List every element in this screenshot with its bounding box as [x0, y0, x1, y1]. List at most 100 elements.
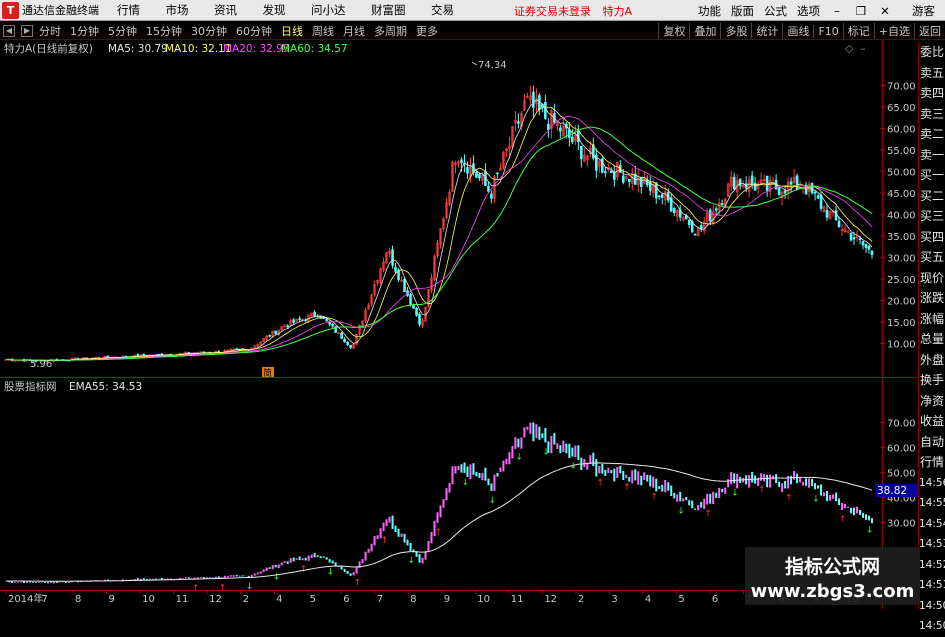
side-item[interactable]: 买四	[919, 227, 945, 248]
side-item[interactable]: 14:53	[919, 534, 945, 555]
menu-wealth[interactable]: 财富圈	[371, 3, 406, 17]
side-item[interactable]: 外盘	[919, 350, 945, 371]
buy-arrow-icon: ↑	[596, 478, 604, 488]
sell-arrow-icon: ↓	[731, 488, 739, 498]
side-item[interactable]: 14:50	[919, 616, 945, 637]
x-tick-label: 7	[42, 594, 48, 605]
sub-y-tick-label: 50.00	[887, 469, 916, 480]
sell-arrow-icon: ↓	[569, 462, 577, 472]
side-item[interactable]: 收益	[919, 411, 945, 432]
menu-function[interactable]: 功能	[698, 3, 721, 19]
close-icon[interactable]: ✕	[878, 4, 892, 18]
candle-body	[580, 145, 583, 160]
sell-arrow-icon: ↓	[488, 496, 496, 506]
x-tick-label: 4	[645, 594, 651, 605]
candle-body	[466, 167, 469, 174]
tool-back[interactable]: 返回	[914, 23, 945, 39]
side-item[interactable]: 14:56	[919, 473, 945, 494]
sub-panel-title: 股票指标网	[4, 380, 57, 393]
menu-news[interactable]: 资讯	[214, 3, 237, 17]
side-item[interactable]: 14:50	[919, 596, 945, 617]
tool-overlay[interactable]: 叠加	[689, 23, 720, 39]
minimize-panel-icon[interactable]: –	[860, 42, 866, 55]
sell-arrow-icon: ↓	[515, 452, 523, 462]
next-arrow-icon[interactable]: ▶	[21, 24, 33, 37]
minimize-icon[interactable]: –	[830, 4, 844, 18]
side-item[interactable]: 卖四	[919, 83, 945, 104]
candle-body	[738, 178, 742, 187]
menu-layout[interactable]: 版面	[731, 3, 754, 19]
period-1min[interactable]: 1分钟	[70, 23, 99, 39]
side-item[interactable]: 净资	[919, 391, 945, 412]
tool-adjust[interactable]: 复权	[658, 23, 689, 39]
restore-icon[interactable]: ❐	[854, 4, 868, 18]
diamond-icon[interactable]: ◇	[845, 42, 854, 55]
period-daily[interactable]: 日线	[281, 23, 303, 39]
candle-body	[517, 121, 520, 124]
side-item[interactable]: 涨幅	[919, 309, 945, 330]
period-weekly[interactable]: 周线	[312, 23, 334, 39]
side-item[interactable]: 行情	[919, 452, 945, 473]
menu-xiaoda[interactable]: 问小达	[311, 3, 346, 17]
period-intraday[interactable]: 分时	[39, 23, 61, 39]
tool-add-watchlist[interactable]: +自选	[873, 23, 914, 39]
period-monthly[interactable]: 月线	[343, 23, 365, 39]
period-5min[interactable]: 5分钟	[108, 23, 137, 39]
side-item[interactable]: 14:55	[919, 493, 945, 514]
buy-arrow-icon: ↑	[758, 486, 766, 496]
period-60min[interactable]: 60分钟	[236, 23, 272, 39]
side-item[interactable]: 卖三	[919, 104, 945, 125]
side-item[interactable]: 买二	[919, 186, 945, 207]
side-item[interactable]: 涨跌	[919, 288, 945, 309]
stock-chart[interactable]: 特力A(日线前复权) MA5: 30.79 MA10: 32.11 MA20: …	[0, 40, 918, 609]
candle-body	[789, 181, 793, 185]
tool-mark[interactable]: 标记	[842, 23, 874, 39]
side-item[interactable]: 14:51	[919, 575, 945, 596]
y-tick-label: 20.00	[887, 297, 916, 308]
period-15min[interactable]: 15分钟	[146, 23, 182, 39]
menu-options[interactable]: 选项	[797, 3, 820, 19]
guest-label[interactable]: 游客	[912, 3, 935, 19]
tool-stats[interactable]: 统计	[751, 23, 782, 39]
watermark: 指标公式网 www.zbgs3.com	[745, 547, 920, 605]
side-item[interactable]: 14:52	[919, 555, 945, 576]
event-marker-text: 简	[263, 367, 272, 379]
y-tick-label: 70.00	[887, 82, 916, 93]
side-item[interactable]: 总量	[919, 329, 945, 350]
ma20-label: MA20: 32.95	[223, 43, 290, 55]
side-item[interactable]: 卖一	[919, 145, 945, 166]
x-tick-label: 8	[410, 594, 416, 605]
side-item[interactable]: 买一	[919, 165, 945, 186]
side-item[interactable]: 现价	[919, 268, 945, 289]
side-item[interactable]: 自动	[919, 432, 945, 453]
app-logo-icon: T	[2, 1, 19, 19]
tool-multistock[interactable]: 多股	[720, 23, 751, 39]
y-tick-label: 40.00	[887, 211, 916, 222]
candle-body	[415, 307, 418, 316]
side-item[interactable]: 委比	[919, 42, 945, 63]
side-item[interactable]: 卖五	[919, 63, 945, 84]
buy-arrow-icon: ↑	[623, 483, 631, 493]
menu-quotes[interactable]: 行情	[117, 3, 140, 17]
candle-body	[418, 313, 421, 325]
candle-body	[298, 318, 301, 321]
menu-formula[interactable]: 公式	[764, 3, 787, 19]
side-item[interactable]: 14:54	[919, 514, 945, 535]
tool-f10[interactable]: F10	[813, 24, 842, 38]
buy-arrow-icon: ↑	[839, 515, 847, 525]
period-30min[interactable]: 30分钟	[191, 23, 227, 39]
side-item[interactable]: 买三	[919, 206, 945, 227]
period-multi[interactable]: 多周期	[374, 23, 407, 39]
trade-login-hint[interactable]: 证券交易未登录	[514, 5, 591, 18]
prev-arrow-icon[interactable]: ◀	[3, 24, 15, 37]
menu-trade[interactable]: 交易	[431, 3, 454, 17]
candle-body	[783, 190, 787, 194]
side-item[interactable]: 卖二	[919, 124, 945, 145]
menu-discover[interactable]: 发现	[263, 3, 286, 17]
tool-draw[interactable]: 画线	[782, 23, 813, 39]
menu-market[interactable]: 市场	[166, 3, 189, 17]
side-item[interactable]: 买五	[919, 247, 945, 268]
period-more[interactable]: 更多	[416, 23, 438, 39]
candle-body	[750, 175, 754, 186]
side-item[interactable]: 换手	[919, 370, 945, 391]
